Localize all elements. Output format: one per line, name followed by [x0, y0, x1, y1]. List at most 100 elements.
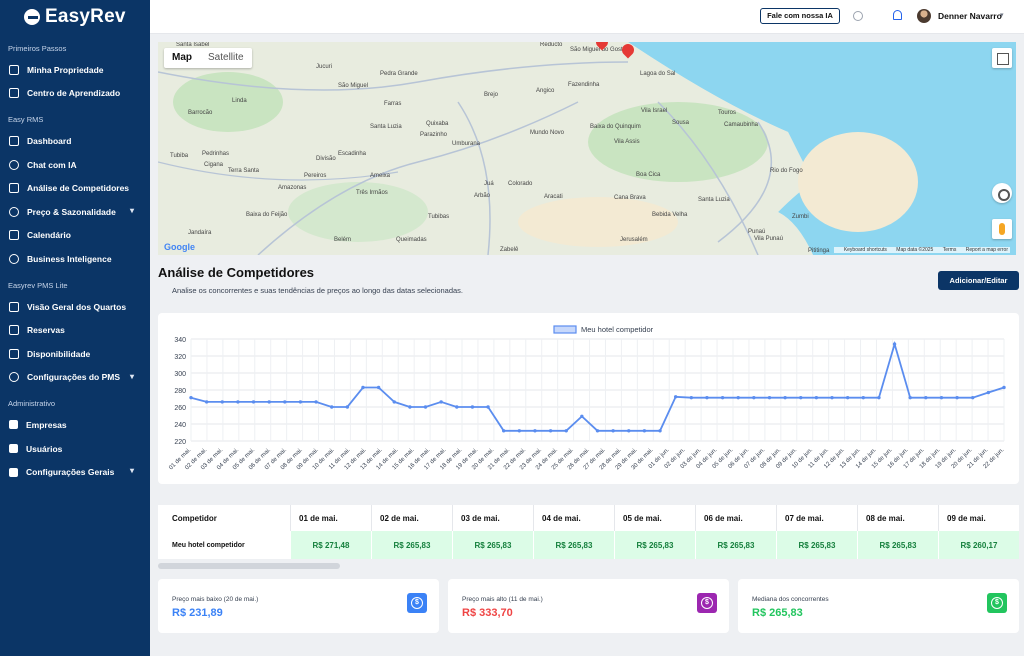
ia-chat-button[interactable]: Fale com nossa IA	[760, 8, 840, 24]
table-header-date: 09 de mai.	[939, 505, 1019, 531]
chevron-down-icon[interactable]: ▾	[130, 206, 134, 215]
sidebar: EasyRev Primeiros Passos Minha Propriedad…	[0, 0, 150, 656]
company-icon	[9, 420, 18, 430]
data-point	[283, 400, 287, 404]
fullscreen-icon[interactable]	[992, 48, 1012, 68]
data-point	[345, 405, 350, 409]
sidebar-section-title: Easyrev PMS Lite	[8, 280, 68, 290]
data-point	[533, 429, 537, 433]
sidebar-item[interactable]: Dashboard	[0, 129, 150, 153]
map-place-label: São Miguel	[338, 83, 369, 89]
easyrev-logo[interactable]: EasyRev	[0, 0, 150, 34]
data-point	[939, 395, 944, 400]
price-line-chart[interactable]: Meu hotel competidor 220 240 260 280 300 320 34…	[158, 313, 1019, 484]
user-avatar[interactable]	[917, 9, 931, 23]
map-place-label: Jerusalém	[620, 237, 648, 243]
chevron-down-icon[interactable]: ▾	[130, 466, 134, 475]
sidebar-item[interactable]: Preço & Sazonalidade ▾	[0, 200, 150, 224]
add-edit-button[interactable]: Adicionar/Editar	[938, 271, 1019, 290]
language-icon[interactable]	[853, 11, 863, 21]
stat-value: R$ 333,70	[462, 607, 513, 619]
terms-link[interactable]: Terms	[943, 247, 957, 253]
table-header-competitor: Competidor	[158, 505, 291, 531]
y-tick-label: 320	[174, 354, 186, 361]
map-place-label: Pedrinhas	[202, 151, 230, 157]
dashboard-icon	[9, 135, 19, 146]
data-point	[877, 395, 881, 400]
data-point	[392, 400, 396, 404]
sidebar-item[interactable]: Análise de Competidores	[0, 176, 150, 200]
map-canvas[interactable]	[158, 42, 1016, 255]
map-place-label: Cigana	[204, 162, 224, 168]
map-place-label: Jucuri	[316, 64, 333, 70]
sidebar-item-label: Dashboard	[27, 135, 72, 146]
map-place-label: Pedra Grande	[380, 71, 418, 77]
map-place-label: Rio do Fogo	[770, 168, 803, 174]
table-row: Meu hotel competidor R$ 271,48 R$ 265,83 R…	[158, 531, 1019, 559]
sidebar-item[interactable]: Configurações Gerais ▾	[0, 460, 150, 484]
users-icon	[9, 444, 18, 454]
map-place-label: Santa Isabel	[176, 42, 210, 48]
map-place-label: Belém	[334, 237, 352, 243]
user-name[interactable]: Denner Navarro	[938, 11, 1002, 21]
data-point	[548, 429, 553, 433]
price-table: Competidor 01 de mai. 02 de mai. 03 de mai…	[158, 505, 1019, 559]
settings-icon	[9, 467, 18, 477]
map-place-label: Vila Israel	[641, 108, 668, 114]
map-place-label: Três Irmãos	[356, 190, 388, 196]
street-view-icon[interactable]	[992, 219, 1012, 239]
data-point	[408, 405, 412, 409]
gear-icon	[9, 372, 19, 383]
stat-label: Preço mais alto (11 de mai.)	[462, 596, 543, 603]
map-place-label: Camaubinha	[724, 122, 759, 128]
table-cell-price: R$ 265,83	[777, 531, 858, 559]
competitor-map[interactable]: Map Satellite Santa Isabel Jucuri Pedra Gr…	[158, 42, 1016, 255]
stat-highest-price: Preço mais alto (11 de mai.) R$ 333,70	[448, 579, 729, 633]
sidebar-item-label: Reservas	[27, 325, 65, 336]
sidebar-item[interactable]: Business Inteligence	[0, 247, 150, 271]
sidebar-item-label: Visão Geral dos Quartos	[27, 301, 127, 312]
tab-satellite[interactable]: Satellite	[200, 48, 252, 68]
map-place-label: Parazinho	[420, 132, 448, 138]
data-point	[908, 395, 912, 400]
table-scrollbar[interactable]	[158, 563, 340, 569]
map-place-label: Sousa	[672, 120, 690, 126]
report-error-link[interactable]: Report a map error	[966, 247, 1008, 253]
sidebar-item[interactable]: Usuários	[0, 437, 150, 461]
data-point	[799, 395, 803, 400]
chevron-down-icon[interactable]: ▾	[130, 372, 134, 381]
sidebar-item[interactable]: Empresas	[0, 413, 150, 437]
keyboard-shortcuts-link[interactable]: Keyboard shortcuts	[844, 247, 887, 253]
map-place-label: Terra Santa	[228, 168, 260, 174]
sidebar-item[interactable]: Centro de Aprendizado	[0, 82, 150, 106]
sidebar-item[interactable]: Calendário	[0, 224, 150, 248]
chat-icon	[9, 159, 19, 170]
data-point	[689, 395, 694, 400]
sidebar-item[interactable]: Visão Geral dos Quartos	[0, 295, 150, 319]
sidebar-item[interactable]: Configurações do PMS ▾	[0, 366, 150, 390]
table-header-date: 01 de mai.	[291, 505, 372, 531]
tab-map[interactable]: Map	[164, 48, 200, 68]
map-place-label: Touros	[718, 110, 737, 116]
table-row-label: Meu hotel competidor	[172, 541, 245, 549]
sidebar-item[interactable]: Reservas	[0, 318, 150, 342]
data-point	[439, 400, 443, 404]
table-cell-price: R$ 271,48	[291, 531, 372, 559]
table-cell-price: R$ 265,83	[453, 531, 534, 559]
map-place-label: Farras	[384, 101, 402, 107]
table-header-date: 08 de mai.	[858, 505, 939, 531]
sand-area	[518, 197, 678, 247]
chevron-down-icon[interactable]: ▾	[1000, 11, 1004, 19]
map-place-label: Boa Cica	[636, 172, 661, 178]
sidebar-item-label: Configurações do PMS	[27, 372, 121, 383]
sidebar-item[interactable]: Minha Propriedade	[0, 58, 150, 82]
map-place-label: Mundo Novo	[530, 130, 565, 136]
notification-bell-icon[interactable]	[893, 10, 902, 20]
map-place-label: Tubiba	[170, 153, 189, 159]
map-place-label: Vila Assis	[614, 139, 640, 145]
sidebar-section-title: Primeiros Passos	[8, 44, 67, 53]
sidebar-item[interactable]: Disponibilidade	[0, 342, 150, 366]
sidebar-item[interactable]: Chat com IA	[0, 153, 150, 177]
map-place-label: Umburana	[452, 141, 481, 147]
map-pan-icon[interactable]	[992, 183, 1012, 203]
